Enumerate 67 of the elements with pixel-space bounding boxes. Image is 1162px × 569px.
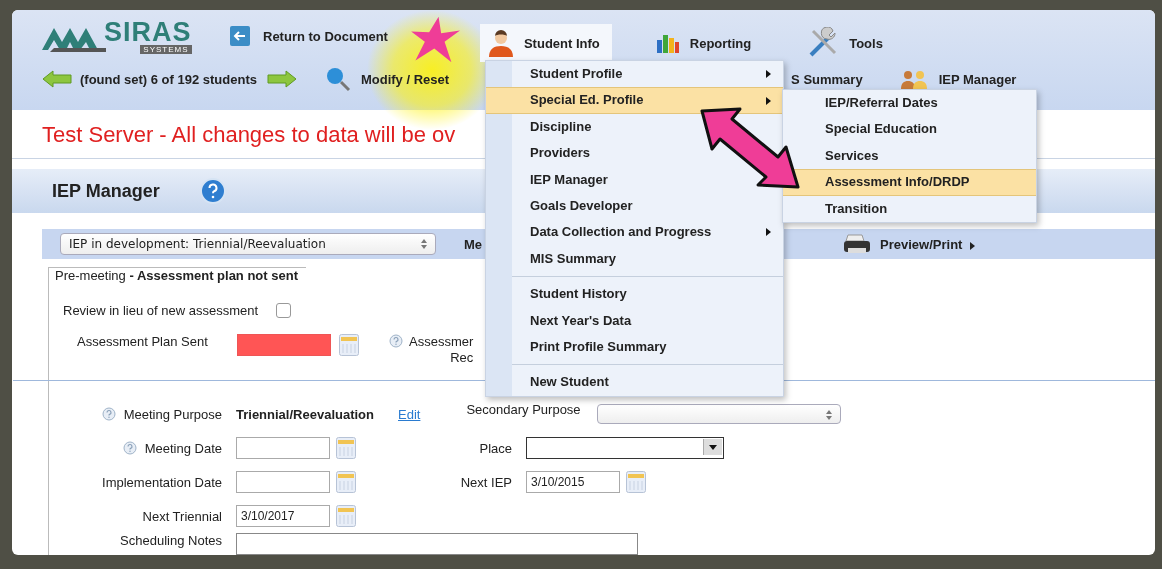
fieldset-legend: Pre-meeting - Assessment plan not sent [49,267,306,283]
date-field[interactable] [236,471,330,493]
menu-item[interactable]: Goals Developer [486,192,643,220]
toolbar-link[interactable]: S Summary [791,71,863,87]
menu-item[interactable]: Data Collection and Progress [486,219,783,246]
next-arrow-icon[interactable] [266,70,297,88]
nav-tab[interactable]: Reporting [647,24,764,62]
help-icon[interactable] [101,407,116,421]
menu-item[interactable]: MIS Summary [486,245,626,273]
people-icon [898,69,929,89]
section-title: IEP Manager [52,180,160,202]
field-label: Meeting Purpose [123,406,222,422]
return-button[interactable]: Return to Document [230,26,388,46]
menu-item[interactable]: New Student [486,369,619,396]
previous-arrow-icon[interactable] [42,70,72,88]
help-icon[interactable] [389,334,403,348]
calendar-icon[interactable] [336,505,356,527]
star-icon [410,16,462,64]
field-label: Assessment Plan Sent [77,334,209,349]
field-value: Triennial/Reevaluation [236,406,374,422]
menu-item[interactable]: Discipline [486,113,602,141]
toolbar-link[interactable]: IEP Manager [898,69,1017,89]
field-label: Implementation Date [102,474,222,490]
date-field[interactable]: 3/10/2015 [526,471,620,493]
menu-item[interactable]: Student Profile [486,61,783,88]
checkbox[interactable] [276,303,292,318]
field-label: Assessmer Rec [409,334,474,366]
menu-item[interactable]: IEP Manager [486,166,618,193]
person-icon [487,29,514,57]
iep-select[interactable]: IEP in development: Triennial/Reevaluation [60,233,436,255]
date-field[interactable]: 3/10/2017 [236,505,330,527]
field-label: Next Triennial [142,508,222,524]
calendar-icon[interactable] [339,334,359,356]
field-label: Meeting Date [144,440,222,456]
notes-field[interactable] [236,533,638,555]
search-icon [324,66,351,92]
menu-item[interactable]: Student History [486,281,637,308]
menu-item[interactable]: Special Education [783,116,1036,143]
preview-print-button[interactable]: Preview/Print [842,233,976,255]
calendar-icon[interactable] [336,471,356,493]
field-label: Next IEP [459,474,512,490]
field-label: Place [478,440,512,456]
record-count: (found set) 6 of 192 students [80,71,257,87]
toolbar-link[interactable]: Modify / Reset [324,66,450,92]
edit-link[interactable]: Edit [398,406,421,422]
field-label: Secondary Purpose [466,401,581,417]
logo-text: SIRAS [104,18,192,45]
date-field[interactable] [236,437,330,459]
menu-item[interactable]: Special Ed. Profile [486,87,783,114]
checkbox-label: Review in lieu of new assessment [63,303,259,318]
toolbar-label: Me [464,236,483,252]
menu-item[interactable]: Transition [783,195,1036,222]
field-label: Scheduling Notes [120,533,222,548]
place-dropdown[interactable] [526,437,724,459]
help-icon[interactable] [122,441,137,455]
bar-chart-icon [655,32,680,54]
nav-tab[interactable]: Tools [799,24,895,62]
menu-item[interactable]: Print Profile Summary [486,333,677,361]
logo-tagline: SYSTEMS [140,44,192,54]
secondary-purpose-select[interactable] [596,404,841,424]
printer-icon [842,233,873,255]
nav-tab[interactable]: Student Info [479,24,612,62]
calendar-icon[interactable] [626,471,646,493]
calendar-icon[interactable] [336,437,356,459]
date-field[interactable] [237,334,331,356]
menu-item[interactable]: Assessment Info/DRDP [783,169,1036,196]
menu-item[interactable]: Next Year's Data [486,307,642,334]
